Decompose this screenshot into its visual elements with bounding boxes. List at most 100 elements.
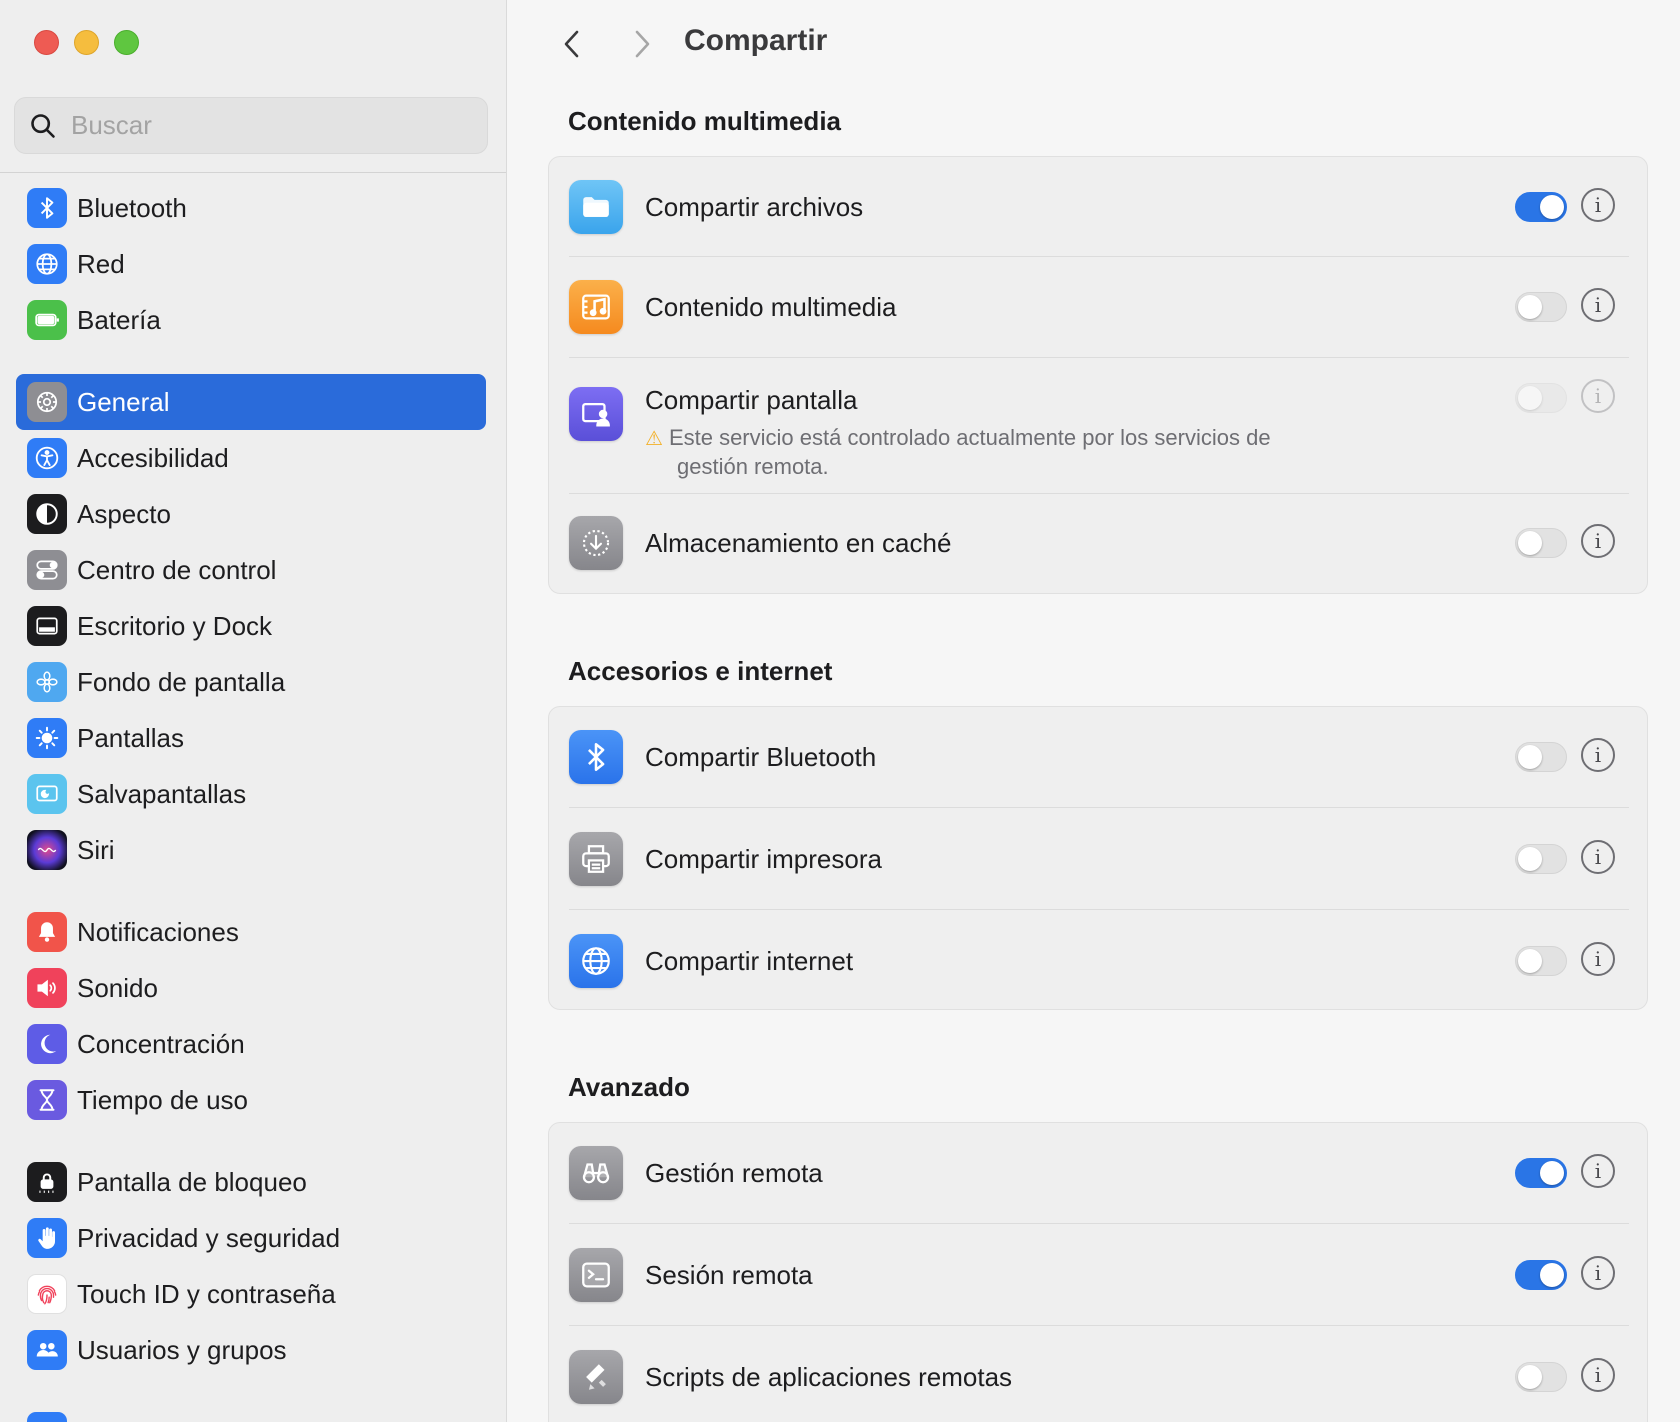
settings-row-almacenamiento-en-cache: Almacenamiento en caché: [569, 515, 1629, 571]
bell-icon: [27, 912, 67, 952]
row-note: ⚠ Este servicio está controlado actualmen…: [645, 425, 1271, 479]
window-controls: [34, 30, 139, 55]
compartir-impresora-info-button[interactable]: i: [1581, 840, 1615, 874]
sidebar-item-label: Batería: [77, 304, 161, 335]
settings-row-contenido-multimedia: Contenido multimedia: [569, 279, 1629, 335]
row-label: Sesión remota: [645, 1259, 813, 1290]
wallpaper-icon: [27, 662, 67, 702]
sidebar-item-notificaciones[interactable]: Notificaciones: [16, 904, 486, 960]
gestion-remota-toggle[interactable]: [1515, 1158, 1567, 1188]
fingerprint-icon: [27, 1274, 67, 1314]
moon-icon: [27, 1024, 67, 1064]
search-icon: [31, 113, 55, 138]
sidebar-item-label: Sonido: [77, 972, 158, 1003]
page-title: Compartir: [684, 24, 828, 57]
scripts-de-aplicaciones-remotas-info-button[interactable]: i: [1581, 1358, 1615, 1392]
sidebar-item-label: Usuarios y grupos: [77, 1334, 287, 1365]
sidebar-item-accesibilidad[interactable]: Accesibilidad: [16, 430, 486, 486]
compartir-pantalla-toggle[interactable]: [1515, 383, 1567, 413]
bluetooth-icon: [569, 730, 623, 784]
row-divider: [569, 357, 1629, 358]
settings-row-compartir-pantalla: Compartir pantalla ⚠ Este servicio está c…: [569, 385, 1629, 479]
sidebar-item-label: Siri: [77, 834, 115, 865]
sidebar-item-label: Pantalla de bloqueo: [77, 1166, 307, 1197]
row-label: Compartir impresora: [645, 843, 882, 874]
sidebar-item-aspecto[interactable]: Aspecto: [16, 486, 486, 542]
printer-icon: [569, 832, 623, 886]
globe-icon: [27, 244, 67, 284]
settings-group-accesorios-e-internet: Compartir Bluetooth i Compartir impresor…: [548, 706, 1648, 1010]
main-content: Compartir Contenido multimedia Compartir…: [508, 0, 1680, 1422]
sidebar-item-red[interactable]: Red: [16, 236, 486, 292]
sidebar-item-general[interactable]: General: [16, 374, 486, 430]
sidebar-divider: [0, 172, 506, 173]
sesion-remota-toggle[interactable]: [1515, 1260, 1567, 1290]
dock-icon: [27, 606, 67, 646]
sidebar-item-tiempo-de-uso[interactable]: Tiempo de uso: [16, 1072, 486, 1128]
cache-icon: [569, 516, 623, 570]
compartir-impresora-toggle[interactable]: [1515, 844, 1567, 874]
minimize-window-button[interactable]: [74, 30, 99, 55]
almacenamiento-en-cache-info-button[interactable]: i: [1581, 524, 1615, 558]
sidebar-item-partial[interactable]: [16, 1404, 486, 1422]
compartir-internet-info-button[interactable]: i: [1581, 942, 1615, 976]
almacenamiento-en-cache-toggle[interactable]: [1515, 528, 1567, 558]
row-label: Compartir archivos: [645, 191, 864, 222]
sidebar-item-concentracion[interactable]: Concentración: [16, 1016, 486, 1072]
section-title-accesorios-e-internet: Accesorios e internet: [568, 656, 833, 686]
gestion-remota-info-button[interactable]: i: [1581, 1154, 1615, 1188]
contenido-multimedia-info-button[interactable]: i: [1581, 288, 1615, 322]
search-input[interactable]: [71, 110, 471, 141]
row-label: Compartir internet: [645, 945, 854, 976]
battery-icon: [27, 300, 67, 340]
settings-group-contenido-multimedia: Compartir archivos i Contenido multimedi…: [548, 156, 1648, 594]
media-icon: [569, 280, 623, 334]
sidebar-item-pantalla-de-bloqueo[interactable]: Pantalla de bloqueo: [16, 1154, 486, 1210]
sidebar-item-fondo-de-pantalla[interactable]: Fondo de pantalla: [16, 654, 486, 710]
row-label: Compartir Bluetooth: [645, 741, 877, 772]
globe-icon: [569, 934, 623, 988]
compartir-bluetooth-toggle[interactable]: [1515, 742, 1567, 772]
compartir-archivos-info-button[interactable]: i: [1581, 188, 1615, 222]
compartir-pantalla-info-button[interactable]: i: [1581, 379, 1615, 413]
row-label: Gestión remota: [645, 1157, 823, 1188]
users-icon: [27, 1330, 67, 1370]
chevron-left-icon: [564, 30, 579, 58]
sidebar-item-salvapantallas[interactable]: Salvapantallas: [16, 766, 486, 822]
sidebar-item-siri[interactable]: Siri: [16, 822, 486, 878]
back-button[interactable]: [552, 24, 592, 64]
scripts-de-aplicaciones-remotas-toggle[interactable]: [1515, 1362, 1567, 1392]
forward-button[interactable]: [622, 24, 662, 64]
section-title-avanzado: Avanzado: [568, 1072, 690, 1102]
sidebar-item-label: Concentración: [77, 1028, 245, 1059]
sidebar-item-escritorio-y-dock[interactable]: Escritorio y Dock: [16, 598, 486, 654]
compartir-archivos-toggle[interactable]: [1515, 192, 1567, 222]
compartir-internet-toggle[interactable]: [1515, 946, 1567, 976]
sidebar-item-usuarios-y-grupos[interactable]: Usuarios y grupos: [16, 1322, 486, 1378]
settings-row-gestion-remota: Gestión remota: [569, 1145, 1629, 1201]
section-title-contenido-multimedia: Contenido multimedia: [568, 106, 841, 136]
row-label: Compartir pantalla: [645, 385, 858, 415]
search-field[interactable]: [14, 97, 488, 154]
sidebar: Bluetooth Red Batería General Accesibili…: [0, 0, 507, 1422]
zoom-window-button[interactable]: [114, 30, 139, 55]
row-divider: [569, 909, 1629, 910]
contenido-multimedia-toggle[interactable]: [1515, 292, 1567, 322]
sidebar-item-touch-id-y-contrasena[interactable]: Touch ID y contraseña: [16, 1266, 486, 1322]
sidebar-item-sonido[interactable]: Sonido: [16, 960, 486, 1016]
sidebar-item-bateria[interactable]: Batería: [16, 292, 486, 348]
sesion-remota-info-button[interactable]: i: [1581, 1256, 1615, 1290]
settings-row-compartir-archivos: Compartir archivos: [569, 179, 1629, 235]
close-window-button[interactable]: [34, 30, 59, 55]
sidebar-item-pantallas[interactable]: Pantallas: [16, 710, 486, 766]
compartir-bluetooth-info-button[interactable]: i: [1581, 738, 1615, 772]
sidebar-item-label: Red: [77, 248, 125, 279]
sidebar-item-label: Salvapantallas: [77, 778, 247, 809]
sun-icon: [27, 718, 67, 758]
sidebar-item-centro-de-control[interactable]: Centro de control: [16, 542, 486, 598]
sidebar-item-privacidad-y-seguridad[interactable]: Privacidad y seguridad: [16, 1210, 486, 1266]
sidebar-item-label: Aspecto: [77, 498, 171, 529]
sidebar-item-bluetooth[interactable]: Bluetooth: [16, 180, 486, 236]
settings-row-sesion-remota: Sesión remota: [569, 1247, 1629, 1303]
row-divider: [569, 256, 1629, 257]
